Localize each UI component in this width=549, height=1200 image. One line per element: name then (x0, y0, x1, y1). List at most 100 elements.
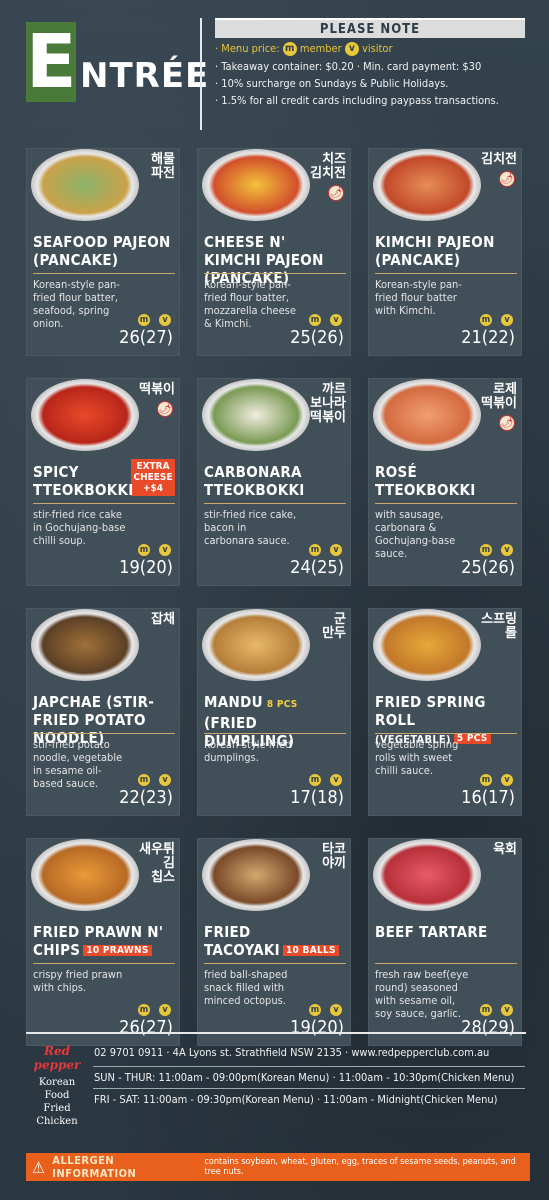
menu-item-card: 군 만두 MANDU 8 PCS (FRIED DUMPLING) Korean-sty… (197, 608, 351, 816)
dish-photo (31, 149, 139, 221)
dish-price: 21(22) (461, 327, 515, 348)
note-surcharge: · 10% surcharge on Sundays & Public Holi… (215, 77, 449, 90)
footer-separator (93, 1066, 525, 1067)
korean-name: 새우튀김 칩스 (139, 842, 175, 885)
dish-description: vegetable spring rolls with sweet chilli… (375, 738, 459, 777)
dish-description: Korean-style pan-fried flour batter, sea… (33, 278, 120, 330)
page-title: NTRÉE (80, 56, 210, 96)
price-legend: mv (471, 544, 513, 556)
menu-item-card: 타코 야끼 FRIED TACOYAKI 10 BALLS fried ball-sh… (197, 838, 351, 1046)
price-legend: mv (129, 774, 171, 786)
contact-info: 02 9701 0911 · 4A Lyons st. Strathfield … (94, 1046, 490, 1059)
price-legend: mv (471, 314, 513, 326)
korean-name: 치즈 김치전 (310, 152, 346, 181)
card-divider (33, 733, 175, 734)
allergen-text: contains soybean, wheat, gluten, egg, tr… (204, 1157, 516, 1177)
dish-photo (202, 149, 310, 221)
visitor-badge-icon: v (501, 774, 513, 786)
member-badge-icon: m (480, 774, 492, 786)
dish-name: BEEF TARTARE (375, 923, 517, 941)
menu-item-card: 로제 떡볶이 🌶 ROSÉ TTEOKBOKKI with sausage, carb… (368, 378, 522, 586)
dish-description: Korean-style pan-fried flour batter, moz… (204, 278, 296, 330)
menu-item-card: 떡볶이 🌶 EXTRA CHEESE +$4 SPICY TTEOKBOKKI stir… (26, 378, 180, 586)
dish-name-text: FRIED TACOYAKI (204, 923, 280, 959)
dish-description: Korean-style pan-fried flour batter with… (375, 278, 462, 317)
card-divider (375, 273, 517, 274)
menu-item-card: 김치전 🌶 KIMCHI PAJEON (PANCAKE) Korean-style … (368, 148, 522, 356)
member-badge-icon: m (138, 774, 150, 786)
member-badge-icon: m (309, 314, 321, 326)
korean-name: 김치전 (481, 152, 517, 167)
dish-photo (31, 839, 139, 911)
dish-photo (202, 839, 310, 911)
dish-price: 26(27) (119, 1017, 173, 1038)
dish-name: SEAFOOD PAJEON (PANCAKE) (33, 233, 175, 269)
dish-name: CARBONARA TTEOKBOKKI (204, 463, 346, 499)
dish-price: 17(18) (290, 787, 344, 808)
dish-price: 28(29) (461, 1017, 515, 1038)
portion-tag: 10 BALLS (282, 944, 339, 956)
dish-name-text: CARBONARA TTEOKBOKKI (204, 463, 305, 499)
menu-item-card: 스프링 롤 FRIED SPRING ROLL (VEGETABLE) 5 PCS ve… (368, 608, 522, 816)
member-label: member (299, 42, 342, 55)
dish-price: 19(20) (119, 557, 173, 578)
note-takeaway: · Takeaway container: $0.20 · Min. card … (215, 60, 482, 73)
hours-fri-sat: FRI - SAT: 11:00am - 09:30pm(Korean Menu… (94, 1093, 498, 1106)
card-divider (204, 273, 346, 274)
korean-name: 군 만두 (322, 612, 346, 641)
price-legend: mv (129, 1004, 171, 1016)
menu-item-card: 치즈 김치전 🌶 CHEESE N' KIMCHI PAJEON (PANCAKE)… (197, 148, 351, 356)
dish-description: stir-fried potato noodle, vegetable in s… (33, 738, 123, 790)
price-legend: mv (300, 544, 342, 556)
card-divider (375, 733, 517, 734)
korean-name: 스프링 롤 (481, 612, 517, 641)
card-divider (33, 963, 175, 964)
price-legend: mv (129, 314, 171, 326)
member-badge-icon: m (138, 314, 150, 326)
note-title: PLEASE NOTE (215, 18, 525, 38)
portion-tag: 8 PCS (266, 699, 298, 710)
visitor-badge-icon: v (330, 544, 342, 556)
card-divider (204, 963, 346, 964)
price-legend: mv (129, 544, 171, 556)
dish-photo (202, 609, 310, 681)
dish-price: 25(26) (290, 327, 344, 348)
card-divider (204, 503, 346, 504)
price-legend: mv (300, 774, 342, 786)
chili-icon: 🌶 (499, 171, 515, 187)
member-badge-icon: m (480, 1004, 492, 1016)
price-legend: mv (471, 774, 513, 786)
member-badge-icon: m (480, 544, 492, 556)
visitor-badge-icon: v (159, 314, 171, 326)
dish-price: 16(17) (461, 787, 515, 808)
visitor-badge-icon: v (159, 544, 171, 556)
visitor-badge-icon: v (344, 42, 359, 56)
allergen-banner: ⚠ ALLERGEN INFORMATION contains soybean,… (26, 1153, 530, 1181)
note-box: PLEASE NOTE · Menu price: m member v vis… (215, 18, 525, 107)
menu-item-card: 까르 보나라 떡볶이 CARBONARA TTEOKBOKKI stir-fried… (197, 378, 351, 586)
note-credit-card: · 1.5% for all credit cards including pa… (215, 94, 499, 107)
member-badge-icon: m (480, 314, 492, 326)
dish-name-text: SEAFOOD PAJEON (PANCAKE) (33, 233, 171, 269)
price-legend: mv (300, 1004, 342, 1016)
korean-name: 타코 야끼 (322, 842, 346, 871)
dish-name-text: MANDU (204, 693, 263, 711)
dish-name-text: FRIED SPRING ROLL (375, 693, 486, 729)
member-badge-icon: m (138, 1004, 150, 1016)
dish-photo (373, 149, 481, 221)
chili-icon: 🌶 (328, 185, 344, 201)
dish-name: FRIED PRAWN N' CHIPS 10 PRAWNS (33, 923, 175, 960)
dish-name-text: ROSÉ TTEOKBOKKI (375, 463, 476, 499)
dish-name: KIMCHI PAJEON (PANCAKE) (375, 233, 517, 269)
dish-photo (373, 379, 481, 451)
warning-icon: ⚠ (32, 1157, 45, 1177)
korean-name: 잡채 (151, 612, 175, 627)
visitor-badge-icon: v (501, 1004, 513, 1016)
visitor-label: visitor (362, 42, 393, 55)
dish-description: Korean-style fried dumplings. (204, 738, 292, 764)
dish-photo (202, 379, 310, 451)
allergen-title: ALLERGEN INFORMATION (52, 1154, 137, 1180)
dish-name-text: BEEF TARTARE (375, 923, 488, 941)
dish-price: 19(20) (290, 1017, 344, 1038)
brand-name: Red pepper (33, 1044, 81, 1072)
